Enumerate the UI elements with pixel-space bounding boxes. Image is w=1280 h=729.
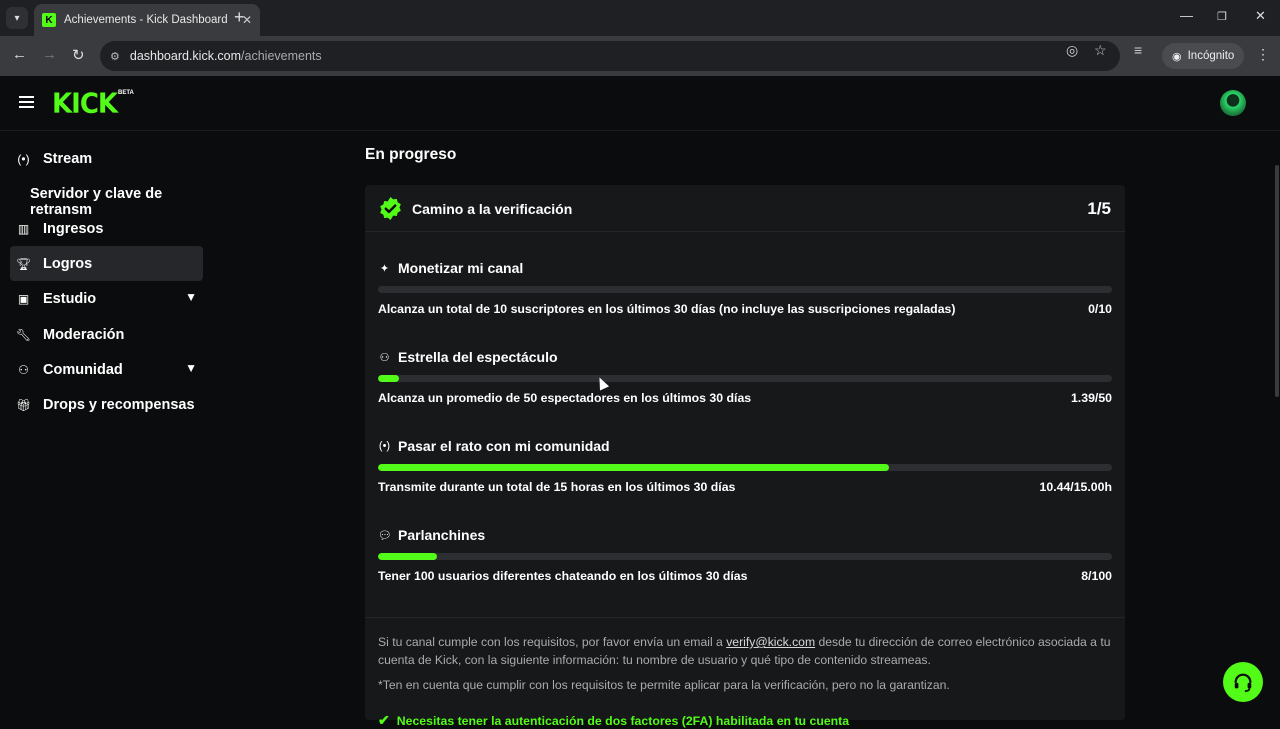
url-path: /achievements xyxy=(241,49,322,63)
url-text: dashboard.kick.com/achievements xyxy=(130,49,322,63)
address-bar[interactable]: ⚙ dashboard.kick.com/achievements xyxy=(100,41,1120,71)
broadcast-icon: (•) xyxy=(378,440,391,452)
headset-icon xyxy=(1234,673,1252,693)
back-arrow-icon[interactable]: ← xyxy=(12,46,27,63)
community-icon: ⚇ xyxy=(18,362,29,377)
minimize-window-button[interactable]: — xyxy=(1180,8,1193,23)
sidebar-item-label: Moderación xyxy=(43,326,125,343)
browser-toolbar: ← → ↻ ⚙ dashboard.kick.com/achievements … xyxy=(0,36,1280,76)
broadcast-icon: (•) xyxy=(17,151,30,166)
wrench-icon: 🔧︎ xyxy=(15,327,32,342)
sidebar-item-comunidad[interactable]: ⚇ Comunidad ▼ xyxy=(10,352,203,387)
achievement-value: 1.39/50 xyxy=(1070,391,1112,405)
browser-tab[interactable]: K Achievements - Kick Dashboard ✕ xyxy=(34,4,260,36)
incognito-indicator[interactable]: ◉ Incógnito xyxy=(1162,43,1245,69)
chat-icon: 💬︎ xyxy=(378,529,392,542)
restore-window-button[interactable]: ❐ xyxy=(1217,10,1227,23)
user-avatar[interactable] xyxy=(1220,90,1246,116)
sidebar-item-stream[interactable]: (•) Stream xyxy=(10,141,203,176)
browser-tab-bar: ▾ K Achievements - Kick Dashboard ✕ + — … xyxy=(0,0,1280,36)
verified-badge-icon xyxy=(380,197,401,220)
chevron-down-icon[interactable]: ▼ xyxy=(185,361,197,375)
hamburger-menu-icon[interactable] xyxy=(19,96,34,108)
incognito-icon: ◉ xyxy=(1172,50,1182,63)
achievement-description: Alcanza un promedio de 50 espectadores e… xyxy=(378,391,752,405)
sidebar-item-ingresos[interactable]: ▥ Ingresos xyxy=(10,211,203,246)
kick-favicon-icon: K xyxy=(42,13,56,27)
achievement-name: ⚇ Estrella del espectáculo xyxy=(378,349,558,365)
achievement-description: Tener 100 usuarios diferentes chateando … xyxy=(378,569,748,583)
sidebar-item-label: Comunidad xyxy=(43,361,123,378)
sidebar-item-label: Drops y recompensas xyxy=(43,396,195,413)
page-scrollbar[interactable] xyxy=(1275,165,1279,397)
sidebar-item-label: Stream xyxy=(43,150,93,167)
chevron-down-icon[interactable]: ▼ xyxy=(185,290,197,304)
progress-bar xyxy=(378,464,1112,471)
verification-instructions: Si tu canal cumple con los requisitos, p… xyxy=(378,633,1113,669)
close-window-button[interactable]: ✕ xyxy=(1255,8,1266,24)
reload-icon[interactable]: ↻ xyxy=(72,46,85,64)
sidebar-item-label: Estudio xyxy=(43,290,97,307)
site-info-icon[interactable]: ⚙ xyxy=(110,50,120,63)
verify-email-link[interactable]: verify@kick.com xyxy=(726,635,815,649)
instructions-text: Si tu canal cumple con los requisitos, p… xyxy=(378,635,727,649)
check-icon: ✔ xyxy=(378,712,390,728)
card-footer: Si tu canal cumple con los requisitos, p… xyxy=(365,617,1125,728)
card-title: Camino a la verificación xyxy=(412,201,573,217)
card-header: Camino a la verificación 1/5 xyxy=(365,185,1125,232)
support-chat-button[interactable] xyxy=(1223,662,1263,702)
beta-badge: BETA xyxy=(118,90,134,96)
achievement-value: 0/10 xyxy=(1088,302,1112,316)
progress-bar xyxy=(378,553,1112,560)
disclaimer-text: *Ten en cuenta que cumplir con los requi… xyxy=(378,678,950,692)
achievement-title: Estrella del espectáculo xyxy=(398,349,558,365)
browser-menu-icon[interactable]: ⋮ xyxy=(1256,46,1270,63)
chart-icon: ▥ xyxy=(17,221,30,236)
bookmark-star-icon[interactable]: ☆ xyxy=(1094,42,1107,59)
achievement-title: Pasar el rato con mi comunidad xyxy=(398,438,610,454)
sidebar-item-label: Logros xyxy=(43,255,93,272)
achievement-count: 1/5 xyxy=(1087,199,1111,218)
achievement-name: 💬︎ Parlanchines xyxy=(378,527,485,543)
achievement-description: Alcanza un total de 10 suscriptores en l… xyxy=(378,302,956,316)
achievement-value: 10.44/15.00h xyxy=(1039,480,1112,494)
requirement-text: Necesitas tener la autenticación de dos … xyxy=(396,713,850,728)
achievement-description: Transmite durante un total de 15 horas e… xyxy=(378,480,736,494)
kick-logo[interactable]: KICK xyxy=(52,89,118,118)
achievement-name: ✦ Monetizar mi canal xyxy=(378,260,523,276)
tab-search-button[interactable]: ▾ xyxy=(6,7,28,29)
achievement-title: Parlanchines xyxy=(398,527,486,543)
eye-off-icon[interactable]: ◎ xyxy=(1066,42,1078,59)
sidebar-item-label: Ingresos xyxy=(43,220,104,237)
chevron-down-icon: ▾ xyxy=(14,12,20,24)
sparkle-icon: ✦ xyxy=(379,262,390,275)
achievement-value: 8/100 xyxy=(1081,569,1112,583)
incognito-label: Incógnito xyxy=(1187,50,1235,62)
app-header: KICK BETA xyxy=(0,76,1280,131)
studio-icon: ▣ xyxy=(17,291,30,306)
sidebar-item-moderacion[interactable]: 🔧︎ Moderación xyxy=(10,317,203,352)
trophy-icon: 🏆︎ xyxy=(15,256,32,271)
media-controls-icon[interactable]: ≡ xyxy=(1134,42,1142,58)
sidebar-item-drops[interactable]: 🎁︎ Drops y recompensas xyxy=(10,387,203,422)
progress-fill xyxy=(378,553,437,560)
requirement-item: ✔ Necesitas tener la autenticación de do… xyxy=(378,712,849,729)
achievement-name: (•) Pasar el rato con mi comunidad xyxy=(378,438,610,454)
sidebar: (•) Stream Servidor y clave de retransm … xyxy=(0,131,212,720)
progress-fill xyxy=(378,375,399,382)
verification-card: Camino a la verificación 1/5 ✦ Monetizar… xyxy=(365,185,1125,728)
progress-bar xyxy=(378,286,1112,293)
section-title: En progreso xyxy=(365,146,457,163)
progress-bar xyxy=(378,375,1112,382)
sidebar-item-estudio[interactable]: ▣ Estudio ▼ xyxy=(10,281,203,316)
achievement-title: Monetizar mi canal xyxy=(398,260,524,276)
tab-title: Achievements - Kick Dashboard xyxy=(64,14,228,26)
progress-fill xyxy=(378,464,889,471)
gift-icon: 🎁︎ xyxy=(15,397,32,412)
new-tab-button[interactable]: + xyxy=(234,8,245,26)
forward-arrow-icon[interactable]: → xyxy=(42,46,57,63)
url-host: dashboard.kick.com xyxy=(129,49,242,63)
viewers-icon: ⚇ xyxy=(379,351,390,364)
sidebar-item-logros[interactable]: 🏆︎ Logros xyxy=(10,246,203,281)
